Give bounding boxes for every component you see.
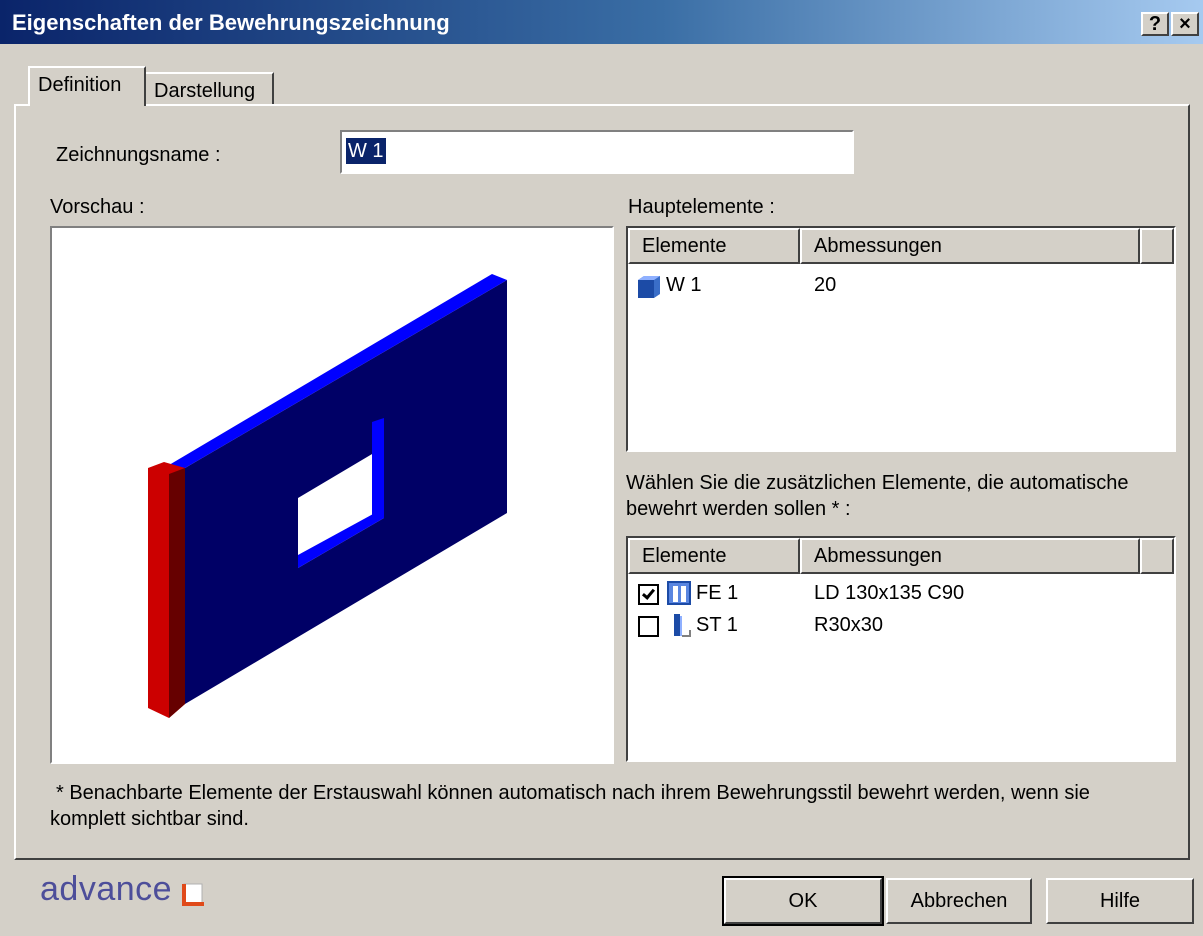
element-name: ST 1 [696, 614, 738, 636]
column-header-abmessungen[interactable]: Abmessungen [800, 228, 1140, 264]
element-name: W 1 [666, 274, 702, 296]
tab-definition-label: Definition [38, 74, 122, 96]
footnote-line-1: * Benachbarte Elemente der Erstauswahl k… [56, 782, 1090, 804]
element-dimensions: R30x30 [814, 614, 883, 636]
preview-label: Vorschau : [50, 196, 145, 218]
fe1-checkbox[interactable] [638, 584, 659, 605]
column-header-elemente[interactable]: Elemente [628, 538, 800, 574]
main-elements-header: Elemente Abmessungen [628, 228, 1174, 264]
wall-icon [638, 276, 660, 298]
tab-definition[interactable]: Definition [28, 66, 146, 106]
additional-elements-header: Elemente Abmessungen [628, 538, 1174, 574]
column-header-empty [1140, 228, 1174, 264]
list-item[interactable]: FE 1 LD 130x135 C90 [638, 580, 1158, 610]
ok-button[interactable]: OK [722, 876, 884, 926]
cancel-button[interactable]: Abbrechen [886, 878, 1032, 924]
drawing-name-input[interactable]: W 1 [340, 130, 854, 174]
wall-preview-graphic [148, 274, 507, 718]
column-header-empty [1140, 538, 1174, 574]
tab-darstellung-label: Darstellung [154, 80, 256, 102]
help-button[interactable]: Hilfe [1046, 878, 1194, 924]
window-icon [667, 581, 691, 605]
additional-elements-list[interactable]: Elemente Abmessungen FE 1 LD 130x135 C90… [626, 536, 1176, 762]
column-icon [674, 614, 691, 637]
drawing-name-label: Zeichnungsname : [56, 144, 221, 166]
drawing-name-value: W 1 [346, 138, 386, 164]
element-name: FE 1 [696, 582, 739, 604]
advance-logo-mark [182, 883, 204, 906]
list-item[interactable]: ST 1 R30x30 [638, 612, 1158, 642]
additional-elements-label-1: Wählen Sie die zusätzlichen Elemente, di… [626, 472, 1129, 494]
column-header-elemente[interactable]: Elemente [628, 228, 800, 264]
additional-elements-label-2: bewehrt werden sollen * : [626, 498, 851, 520]
preview-area [50, 226, 614, 764]
window-title: Eigenschaften der Bewehrungszeichnung [12, 10, 450, 35]
advance-logo: advance [40, 870, 173, 908]
column-header-abmessungen[interactable]: Abmessungen [800, 538, 1140, 574]
help-caption-button[interactable]: ? [1141, 12, 1169, 36]
element-dimensions: 20 [814, 274, 837, 296]
main-elements-list[interactable]: Elemente Abmessungen W 1 20 [626, 226, 1176, 452]
close-button[interactable]: × [1171, 12, 1199, 36]
element-dimensions: LD 130x135 C90 [814, 582, 965, 604]
title-bar: Eigenschaften der Bewehrungszeichnung ? … [0, 0, 1203, 44]
st1-checkbox[interactable] [638, 616, 659, 637]
footnote-line-2: komplett sichtbar sind. [50, 808, 249, 830]
tab-darstellung[interactable]: Darstellung [146, 72, 274, 104]
main-elements-label: Hauptelemente : [628, 196, 775, 218]
